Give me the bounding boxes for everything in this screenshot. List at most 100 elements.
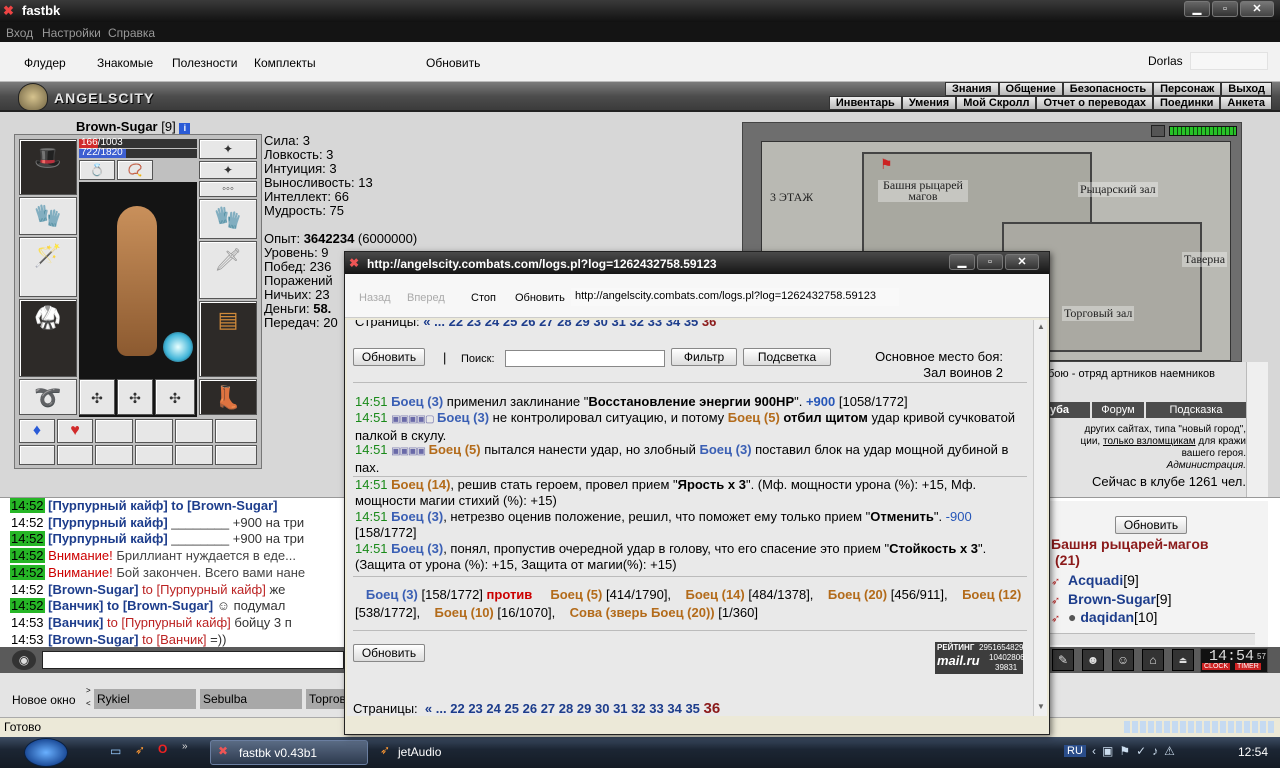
page-link[interactable]: 29: [577, 701, 591, 716]
login-field[interactable]: [1190, 52, 1268, 70]
belt-slot[interactable]: ➰: [19, 379, 77, 415]
taskbar-item-fastbk[interactable]: fastbk v0.43b1: [210, 740, 368, 765]
quicklaunch-jetaudio-icon[interactable]: ➶: [135, 743, 145, 757]
quicklaunch-desktop-icon[interactable]: ▭: [110, 744, 121, 758]
character-name[interactable]: Brown-Sugar: [76, 119, 158, 134]
helmet-slot[interactable]: 🎩: [19, 139, 77, 195]
page-link[interactable]: 24: [486, 701, 500, 716]
chat-message-input[interactable]: [42, 651, 344, 669]
browser-refresh-button[interactable]: Обновить: [515, 292, 565, 304]
menu-login[interactable]: Вход: [6, 26, 33, 40]
nav-communication[interactable]: Общение: [998, 82, 1063, 96]
page-link[interactable]: 25: [503, 320, 517, 328]
window-tab-2[interactable]: Sebulba: [200, 689, 302, 709]
page-link[interactable]: 25: [505, 701, 519, 716]
minimize-button[interactable]: ▁: [1184, 1, 1210, 17]
page-link[interactable]: 30: [593, 320, 607, 328]
toolbar-utilities[interactable]: Полезности: [172, 56, 237, 70]
chat-voice-icon[interactable]: ◉: [12, 650, 36, 670]
nav-inventory[interactable]: Инвентарь: [828, 96, 902, 110]
nav-knowledge[interactable]: Знания: [945, 82, 999, 96]
quicklaunch-opera-icon[interactable]: O: [158, 742, 167, 756]
bracers-slot[interactable]: 🧤: [19, 197, 77, 235]
popup-maximize-button[interactable]: ▫: [977, 254, 1003, 270]
map-room-tavern[interactable]: Таверна: [1182, 252, 1228, 267]
page-link[interactable]: 27: [539, 320, 553, 328]
page-link[interactable]: 31: [611, 320, 625, 328]
log-scrollbar[interactable]: ▲ ▼: [1033, 320, 1047, 716]
page-link[interactable]: 27: [541, 701, 555, 716]
tab-hints[interactable]: Подсказка: [1146, 402, 1246, 418]
rune-slot-2[interactable]: ✣: [117, 379, 153, 415]
page-link[interactable]: «: [425, 701, 432, 716]
chat-tool-icon-4[interactable]: ⌂: [1142, 649, 1164, 671]
page-link[interactable]: 30: [595, 701, 609, 716]
scroll-slot-11[interactable]: [175, 445, 213, 465]
menu-settings[interactable]: Настройки: [42, 26, 101, 40]
page-link[interactable]: 31: [613, 701, 627, 716]
boots-slot[interactable]: 👢: [199, 379, 257, 415]
earring-slot[interactable]: ✦: [199, 139, 257, 159]
browser-back-button[interactable]: Назад: [359, 292, 391, 304]
scroll-slot-5[interactable]: [175, 419, 213, 443]
page-link[interactable]: 22: [450, 701, 464, 716]
toolbar-flooder[interactable]: Флудер: [24, 56, 66, 70]
page-link[interactable]: 24: [485, 320, 499, 328]
page-link[interactable]: 32: [631, 701, 645, 716]
log-refresh-button-bottom[interactable]: Обновить: [353, 644, 425, 662]
new-window-button[interactable]: Новое окно: [12, 693, 76, 707]
page-link[interactable]: 23: [467, 320, 481, 328]
page-link[interactable]: 35: [685, 701, 699, 716]
scroll-slot-4[interactable]: [135, 419, 173, 443]
nav-profile[interactable]: Анкета: [1220, 96, 1272, 110]
nav-character[interactable]: Персонаж: [1153, 82, 1222, 96]
popup-close-button[interactable]: ✕: [1005, 254, 1039, 270]
close-button[interactable]: ✕: [1240, 1, 1274, 17]
menu-help[interactable]: Справка: [108, 26, 155, 40]
rune-slot-1[interactable]: ✣: [79, 379, 115, 415]
page-link[interactable]: 29: [575, 320, 589, 328]
page-link[interactable]: 32: [630, 320, 644, 328]
armor-slot[interactable]: 🥋: [19, 299, 77, 377]
search-input[interactable]: [505, 350, 665, 367]
browser-url-field[interactable]: http://angelscity.combats.com/logs.pl?lo…: [571, 288, 899, 306]
info-scrollbar[interactable]: [1246, 362, 1268, 497]
tab-prev-arrow[interactable]: >: [86, 686, 91, 695]
tab-forum[interactable]: Форум: [1092, 402, 1144, 418]
page-link[interactable]: 34: [666, 320, 680, 328]
toolbar-sets[interactable]: Комплекты: [254, 56, 316, 70]
player-entry[interactable]: ➶ ● daqidan[10]: [1051, 609, 1157, 625]
map-room-knights-hall[interactable]: Рыцарский зал: [1078, 182, 1158, 197]
page-link[interactable]: 22: [449, 320, 463, 328]
log-refresh-button[interactable]: Обновить: [353, 348, 425, 366]
browser-stop-button[interactable]: Стоп: [471, 292, 496, 304]
chat-tool-icon-3[interactable]: ☺: [1112, 649, 1134, 671]
scroll-slot-10[interactable]: [135, 445, 173, 465]
scroll-slot-8[interactable]: [57, 445, 93, 465]
page-link[interactable]: 26: [523, 701, 537, 716]
exit-icon[interactable]: ⏏: [1172, 649, 1194, 671]
taskbar-item-jetaudio[interactable]: jetAudio: [372, 740, 530, 765]
nav-scroll[interactable]: Мой Скролл: [956, 96, 1037, 110]
toolbar-refresh[interactable]: Обновить: [426, 56, 480, 70]
map-room-mages-tower[interactable]: Башня рыцарей магов: [878, 179, 968, 202]
room-refresh-button[interactable]: Обновить: [1115, 516, 1187, 534]
nav-transfers[interactable]: Отчет о переводах: [1036, 96, 1154, 110]
page-link[interactable]: 23: [468, 701, 482, 716]
chat-tool-icon-2[interactable]: ☻: [1082, 649, 1104, 671]
map-room-trade-hall[interactable]: Торговый зал: [1062, 306, 1135, 321]
page-link[interactable]: 34: [667, 701, 681, 716]
gloves-slot[interactable]: 🧤: [199, 199, 257, 239]
browser-forward-button[interactable]: Вперед: [407, 292, 445, 304]
player-entry[interactable]: ➶ Brown-Sugar[9]: [1051, 591, 1171, 607]
chat-tool-icon-1[interactable]: ✎: [1052, 649, 1074, 671]
nav-security[interactable]: Безопасность: [1062, 82, 1154, 96]
necklace-slot[interactable]: ✦: [199, 161, 257, 179]
page-link[interactable]: 35: [684, 320, 698, 328]
weapon-slot[interactable]: 🪄: [19, 237, 77, 297]
map-refresh-icon[interactable]: [1151, 125, 1165, 137]
nav-skills[interactable]: Умения: [901, 96, 957, 110]
nav-fights[interactable]: Поединки: [1153, 96, 1221, 110]
card-slot-heart[interactable]: ♥: [57, 419, 93, 443]
toolbar-friends[interactable]: Знакомые: [97, 56, 153, 70]
